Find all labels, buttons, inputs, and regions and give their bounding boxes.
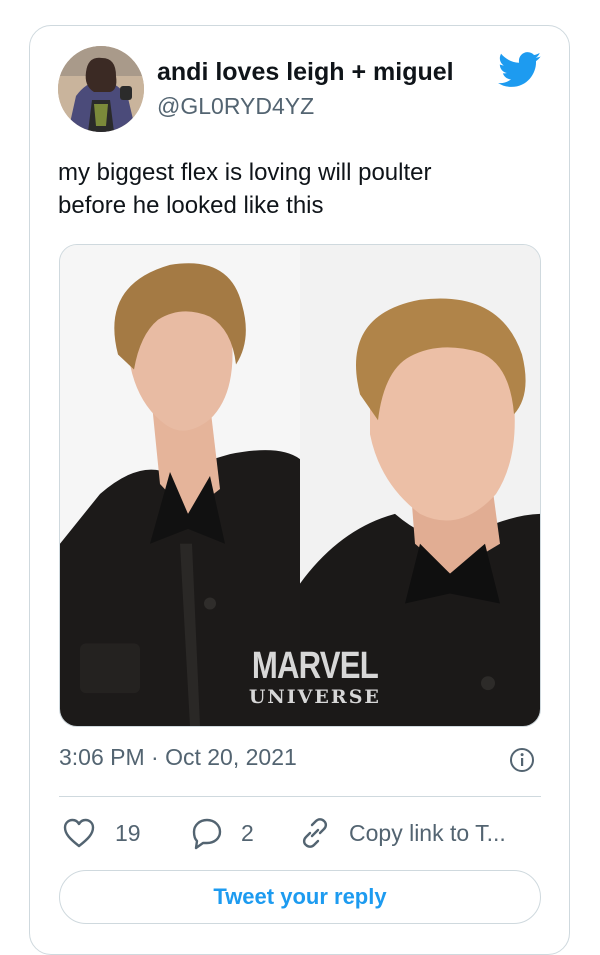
- reply-button[interactable]: 2: [190, 813, 254, 853]
- reply-icon: [190, 816, 224, 850]
- tweet-text: my biggest flex is loving will poulter b…: [58, 156, 528, 222]
- tweet-text-line: before he looked like this: [58, 192, 324, 219]
- reply-count: 2: [241, 819, 254, 846]
- copy-link-button[interactable]: Copy link to T...: [298, 813, 506, 853]
- twitter-bird-icon[interactable]: [498, 52, 542, 88]
- heart-icon: [62, 817, 96, 849]
- author-name[interactable]: andi loves leigh + miguel: [157, 58, 454, 87]
- like-button[interactable]: 19: [62, 813, 141, 853]
- link-icon: [298, 816, 332, 850]
- tweet-text-line: my biggest flex is loving will poulter: [58, 159, 432, 186]
- tweet-media[interactable]: MARVEL UNIVERSE: [59, 244, 541, 727]
- watermark-line2: UNIVERSE: [248, 686, 381, 708]
- tweet-timestamp[interactable]: 3:06 PM · Oct 20, 2021: [59, 744, 297, 771]
- copy-link-label: Copy link to T...: [349, 819, 506, 846]
- info-icon[interactable]: [509, 747, 535, 773]
- tweet-reply-button[interactable]: Tweet your reply: [59, 870, 541, 924]
- like-count: 19: [115, 819, 141, 846]
- watermark-line1: MARVEL: [251, 645, 379, 687]
- divider: [59, 796, 541, 797]
- author-handle[interactable]: @GL0RYD4YZ: [157, 93, 314, 120]
- avatar[interactable]: [58, 46, 144, 132]
- media-watermark: MARVEL UNIVERSE: [238, 647, 392, 709]
